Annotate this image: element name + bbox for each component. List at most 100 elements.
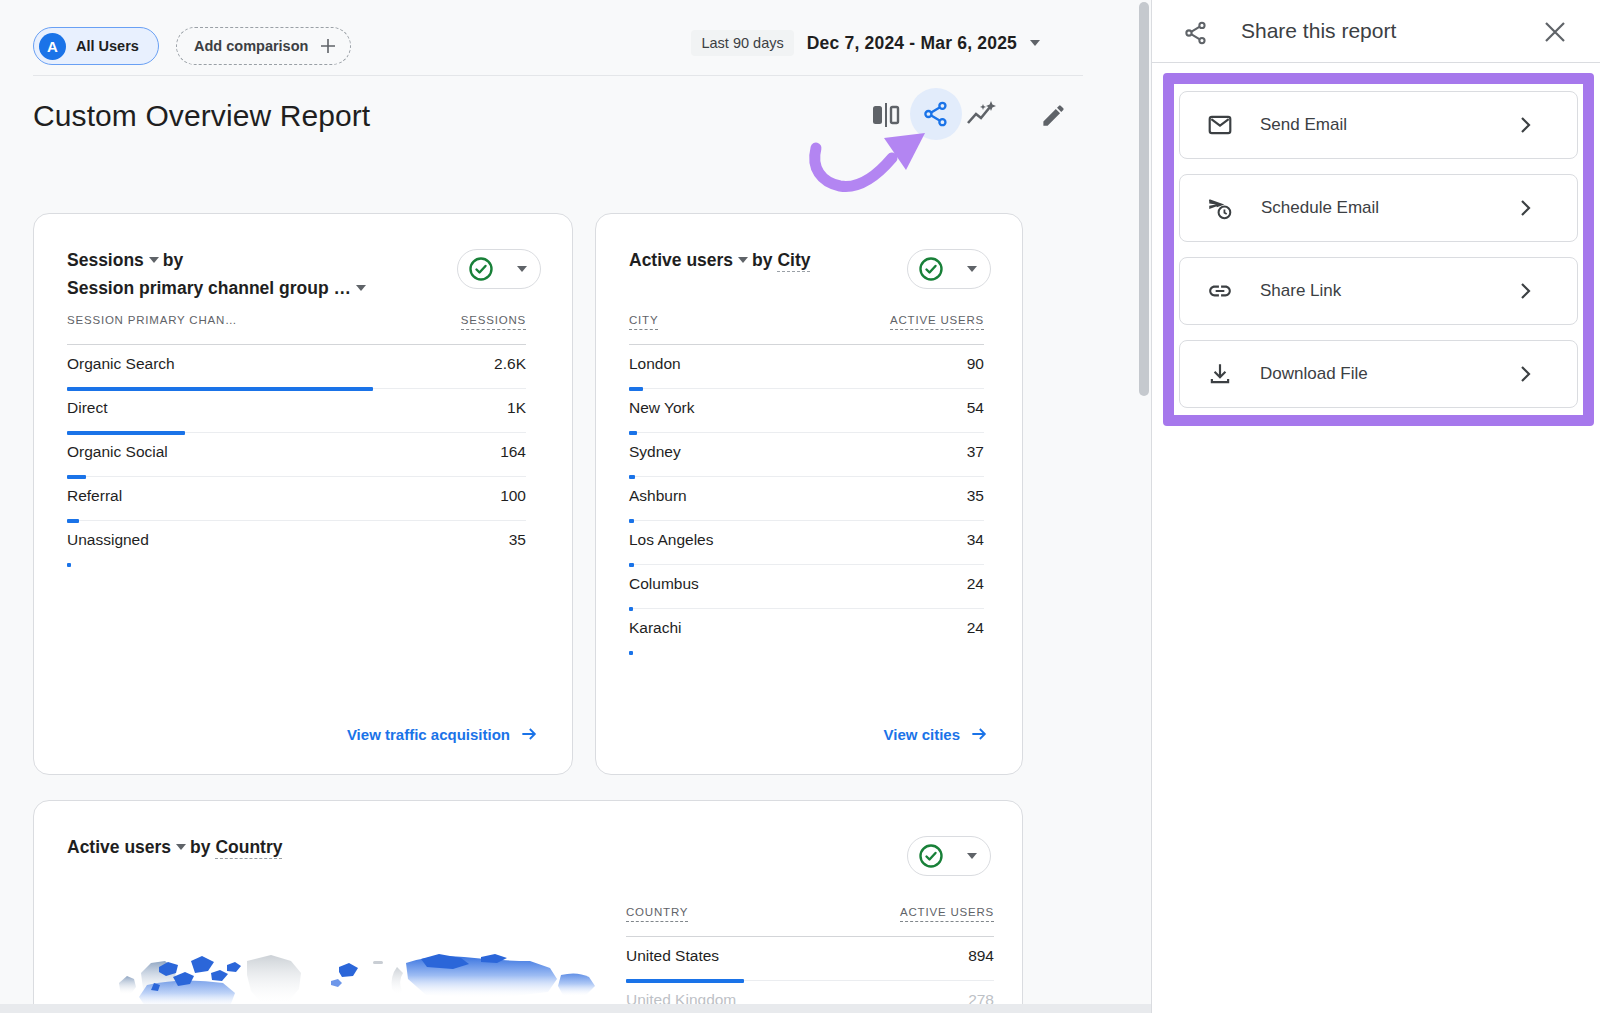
data-quality-badge[interactable]: [907, 249, 991, 289]
row-label: Columbus: [629, 575, 699, 593]
row-label: Organic Social: [67, 443, 168, 461]
row-value: 35: [967, 487, 984, 505]
arrow-right-icon: [519, 724, 539, 744]
data-quality-badge[interactable]: [457, 249, 541, 289]
row-separator: [67, 564, 526, 565]
row-separator: [629, 652, 984, 653]
active-users-by-city-card: Active usersby City CITY ACTIVE USERS Lo…: [595, 213, 1023, 775]
sessions-by-channel-card: Sessionsby Session primary channel group…: [33, 213, 573, 775]
row-label: Ashburn: [629, 487, 687, 505]
row-label: Sydney: [629, 443, 681, 461]
view-cities-link[interactable]: View cities: [884, 724, 989, 744]
view-traffic-acquisition-link[interactable]: View traffic acquisition: [347, 724, 539, 744]
highlight-box: Send Email Schedule Email Share Link Dow…: [1163, 73, 1594, 426]
chevron-down-icon: [176, 844, 186, 850]
data-quality-badge[interactable]: [907, 836, 991, 876]
chevron-right-icon: [1513, 362, 1537, 386]
table-row: United States 894: [626, 937, 994, 981]
topbar-divider: [33, 75, 1083, 76]
row-value: 894: [968, 947, 994, 965]
panel-header: Share this report: [1152, 0, 1600, 63]
row-value: 24: [967, 575, 984, 593]
row-label: Referral: [67, 487, 122, 505]
metric-selector[interactable]: Active users: [629, 250, 752, 270]
table-row: Unassigned 35: [67, 521, 526, 565]
table-row: Sydney 37: [629, 433, 984, 477]
insights-icon[interactable]: [964, 97, 998, 131]
row-value: 1K: [507, 399, 526, 417]
column-header-dimension[interactable]: COUNTRY: [626, 906, 688, 922]
row-value: 100: [500, 487, 526, 505]
chevron-right-icon: [1513, 196, 1537, 220]
horizontal-scrollbar[interactable]: [0, 1004, 1151, 1013]
audience-chip-label: All Users: [76, 38, 139, 54]
panel-title: Share this report: [1241, 19, 1396, 43]
table-row: New York54: [629, 389, 984, 433]
plus-icon: [320, 38, 336, 54]
edit-icon[interactable]: [1040, 102, 1067, 129]
row-value: 54: [967, 399, 984, 417]
row-label: Karachi: [629, 619, 682, 637]
row-value: 24: [967, 619, 984, 637]
annotation-arrow: [795, 120, 940, 200]
close-icon[interactable]: [1544, 21, 1566, 43]
schedule-email-icon: [1207, 195, 1234, 222]
table-row: Karachi 24: [629, 609, 984, 653]
page-title: Custom Overview Report: [33, 99, 370, 133]
column-header-dimension[interactable]: CITY: [629, 314, 658, 330]
share-link-button[interactable]: Share Link: [1179, 257, 1578, 325]
table-row: Organic Search 2.6K: [67, 345, 526, 389]
schedule-email-button[interactable]: Schedule Email: [1179, 174, 1578, 242]
chevron-down-icon: [738, 257, 748, 263]
download-file-button[interactable]: Download File: [1179, 340, 1578, 408]
vertical-scrollbar-thumb[interactable]: [1139, 2, 1149, 396]
add-comparison-label: Add comparison: [194, 38, 308, 54]
chevron-right-icon: [1513, 113, 1537, 137]
row-bar: [629, 651, 633, 655]
dimension-selector[interactable]: City: [777, 250, 810, 272]
audience-chip-all-users[interactable]: A All Users: [33, 27, 159, 65]
row-label: United States: [626, 947, 719, 965]
chevron-down-icon: [149, 257, 159, 263]
chevron-down-icon: [967, 266, 977, 272]
chevron-down-icon: [356, 285, 366, 291]
active-users-by-country-card: Active usersby Country: [33, 800, 1023, 1013]
column-header-metric[interactable]: ACTIVE USERS: [900, 906, 994, 922]
avatar: A: [39, 33, 66, 60]
row-bar: [67, 563, 71, 567]
table-row: London 90: [629, 345, 984, 389]
row-value: 2.6K: [494, 355, 526, 373]
row-label: Organic Search: [67, 355, 175, 373]
row-value: 34: [967, 531, 984, 549]
row-label: Unassigned: [67, 531, 149, 549]
add-comparison-button[interactable]: Add comparison: [176, 27, 351, 65]
link-icon: [1207, 278, 1233, 304]
chevron-down-icon: [1030, 40, 1040, 46]
check-circle-icon: [918, 256, 944, 282]
dimension-selector[interactable]: Country: [215, 837, 282, 859]
column-header-dimension[interactable]: SESSION PRIMARY CHAN…: [67, 314, 237, 330]
chevron-down-icon: [517, 266, 527, 272]
row-label: London: [629, 355, 681, 373]
date-range-selector[interactable]: Last 90 days Dec 7, 2024 - Mar 6, 2025: [691, 30, 1040, 56]
column-header-metric[interactable]: SESSIONS: [461, 314, 526, 330]
row-value: 90: [967, 355, 984, 373]
row-value: 35: [509, 531, 526, 549]
arrow-right-icon: [969, 724, 989, 744]
metric-selector[interactable]: Active users: [67, 837, 190, 857]
report-main-area: A All Users Add comparison Last 90 days …: [0, 0, 1151, 1013]
send-email-button[interactable]: Send Email: [1179, 91, 1578, 159]
card-title: Sessionsby Session primary channel group…: [67, 246, 370, 302]
dimension-selector[interactable]: Session primary channel group …: [67, 278, 370, 298]
table-row: Los Angeles34: [629, 521, 984, 565]
date-range-text: Dec 7, 2024 - Mar 6, 2025: [807, 33, 1017, 54]
row-label: Direct: [67, 399, 107, 417]
metric-selector[interactable]: Sessions: [67, 250, 163, 270]
column-header-metric[interactable]: ACTIVE USERS: [890, 314, 984, 330]
check-circle-icon: [918, 843, 944, 869]
chevron-down-icon: [967, 853, 977, 859]
table-row: Organic Social 164: [67, 433, 526, 477]
row-value: 37: [967, 443, 984, 461]
row-value: 164: [500, 443, 526, 461]
table-row: Ashburn 35: [629, 477, 984, 521]
